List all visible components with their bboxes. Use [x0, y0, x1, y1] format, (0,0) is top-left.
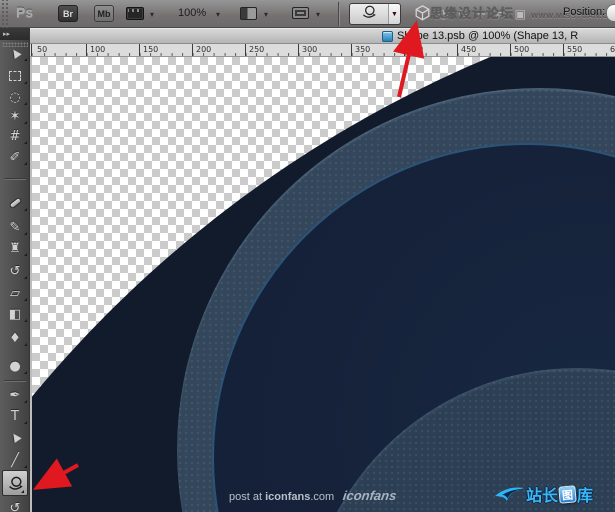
history-brush-tool[interactable]: ↺ [0, 261, 30, 281]
chevron-down-icon[interactable]: ▾ [150, 10, 154, 19]
type-tool[interactable]: T [0, 406, 30, 426]
ruler-label: 200 [196, 45, 211, 54]
bridge-button[interactable]: Br [58, 5, 78, 22]
screen-mode-icon[interactable] [292, 7, 309, 19]
divider [338, 2, 339, 26]
missyuan-watermark: 思缘设计论坛 [430, 3, 514, 22]
collapse-panel-button[interactable]: ▸▸ [0, 28, 30, 40]
marquee-icon [9, 71, 21, 81]
move-tool[interactable]: ▶ [0, 43, 30, 63]
brush-tool[interactable]: ✎ [0, 217, 30, 237]
ruler-label: 500 [514, 45, 529, 54]
iconfans-logo: iconfans [342, 488, 398, 503]
zz-boxed-char: 图 [558, 485, 576, 503]
document-title-bar[interactable]: Shape 13.psb @ 100% (Shape 13, R [30, 28, 615, 44]
ruler-label: 550 [567, 45, 582, 54]
position-label: Position: [563, 6, 605, 18]
divider [4, 178, 26, 179]
document-canvas[interactable] [30, 57, 615, 512]
ruler-label: 300 [302, 45, 317, 54]
ruler-label: 350 [355, 45, 370, 54]
eyedropper-tool[interactable]: ✐ [0, 147, 30, 167]
gradient-tool[interactable]: ◧ [0, 304, 30, 324]
appbar-grip[interactable] [0, 0, 10, 28]
ruler-label: 450 [461, 45, 476, 54]
marquee-tool[interactable] [0, 66, 30, 86]
crop-tool[interactable]: # [0, 126, 30, 146]
chevron-down-icon[interactable]: ▾ [264, 10, 268, 19]
tool-preset-arrow[interactable]: ▼ [388, 4, 400, 24]
eraser-tool[interactable]: ▱ [0, 283, 30, 303]
3d-rotate-tool-icon [350, 4, 388, 25]
bandage-icon [8, 197, 22, 210]
photoshop-window: Ps Br Mb ▾ 100% ▾ ▾ ▾ ▼ ◔ ↻ + ⇄ ▣ 思缘设计论坛… [0, 0, 615, 512]
psb-file-icon [382, 31, 393, 42]
zz-text-right: 库 [577, 482, 593, 506]
iconfans-watermark: post at iconfans.com iconfans [229, 488, 397, 503]
minibridge-button[interactable]: Mb [94, 5, 114, 22]
document-title: Shape 13.psb @ 100% (Shape 13, R [397, 30, 578, 42]
healing-brush-tool[interactable] [0, 193, 30, 213]
ruler-label: 50 [37, 45, 47, 54]
application-bar: Ps Br Mb ▾ 100% ▾ ▾ ▾ ▼ ◔ ↻ + ⇄ ▣ 思缘设计论坛… [0, 0, 615, 28]
zoom-level[interactable]: 100% [178, 7, 206, 19]
3d-orbit-tool[interactable]: ↺ [0, 498, 30, 512]
quick-selection-tool[interactable]: ✶ [0, 106, 30, 126]
zhanzhang-tuku-watermark: 站长 图 库 [494, 479, 614, 509]
blur-tool[interactable]: ♦ [0, 328, 30, 348]
horizontal-ruler: 50 100 150 200 250 300 350 400 450 500 5… [30, 44, 615, 57]
3d-rotate-tool[interactable] [2, 470, 28, 496]
position-dropdown[interactable] [606, 4, 615, 22]
3d-scale-icon[interactable]: ▣ [515, 7, 526, 21]
current-tool-well[interactable]: ▼ [349, 3, 401, 25]
chevron-down-icon[interactable]: ▾ [316, 10, 320, 19]
photoshop-logo: Ps [16, 4, 33, 20]
arrange-documents-icon[interactable] [240, 7, 257, 20]
flame-swoosh-icon [494, 483, 526, 505]
ruler-label: 150 [143, 45, 158, 54]
chevron-down-icon[interactable]: ▾ [216, 10, 220, 19]
zz-text-left: 站长 [526, 482, 558, 506]
ruler-label: 400 [408, 45, 423, 54]
ruler-label: 250 [249, 45, 264, 54]
line-tool[interactable]: ╱ [0, 450, 30, 470]
divider [4, 380, 26, 381]
path-selection-tool[interactable]: ▶ [0, 427, 30, 447]
dodge-tool[interactable]: ● [0, 356, 30, 376]
ruler-label: 100 [90, 45, 105, 54]
pen-tool[interactable]: ✒ [0, 385, 30, 405]
lasso-tool[interactable]: ◌ [0, 87, 30, 107]
clone-stamp-tool[interactable]: ♜ [0, 238, 30, 258]
tools-panel: ▸▸ ▶ ◌ ✶ # ✐ ✎ ♜ ↺ ▱ ◧ ♦ ● ✒ T ▶ ╱ ↺ [0, 28, 30, 512]
ruler-label: 600 [610, 45, 615, 54]
view-extras-icon[interactable] [126, 7, 144, 20]
